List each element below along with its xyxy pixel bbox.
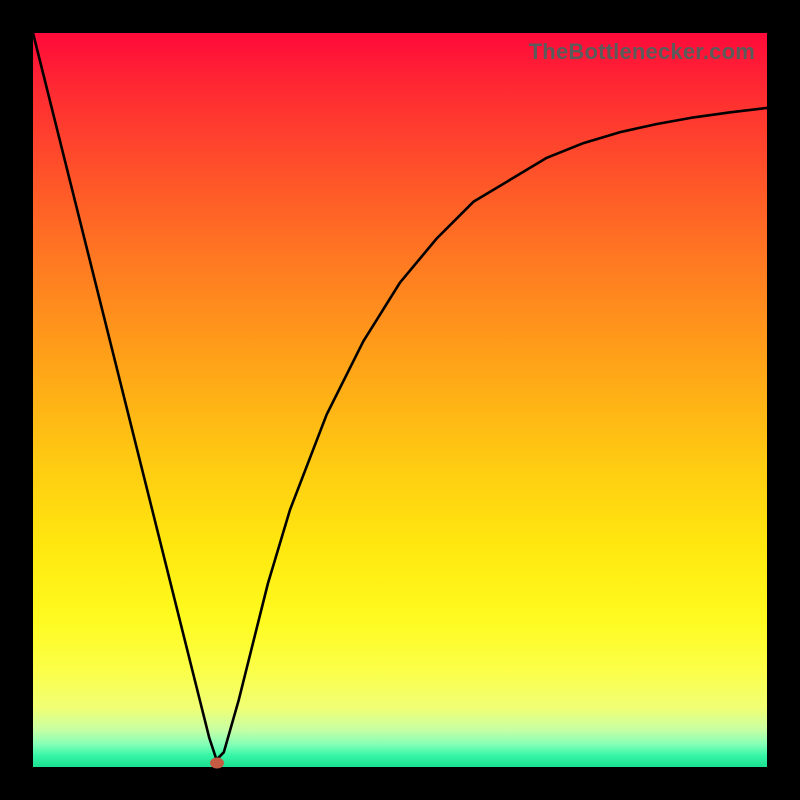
bottleneck-curve — [33, 33, 767, 767]
plot-area: TheBottlenecker.com — [33, 33, 767, 767]
optimal-point-marker — [210, 758, 224, 769]
chart-frame: TheBottlenecker.com — [0, 0, 800, 800]
